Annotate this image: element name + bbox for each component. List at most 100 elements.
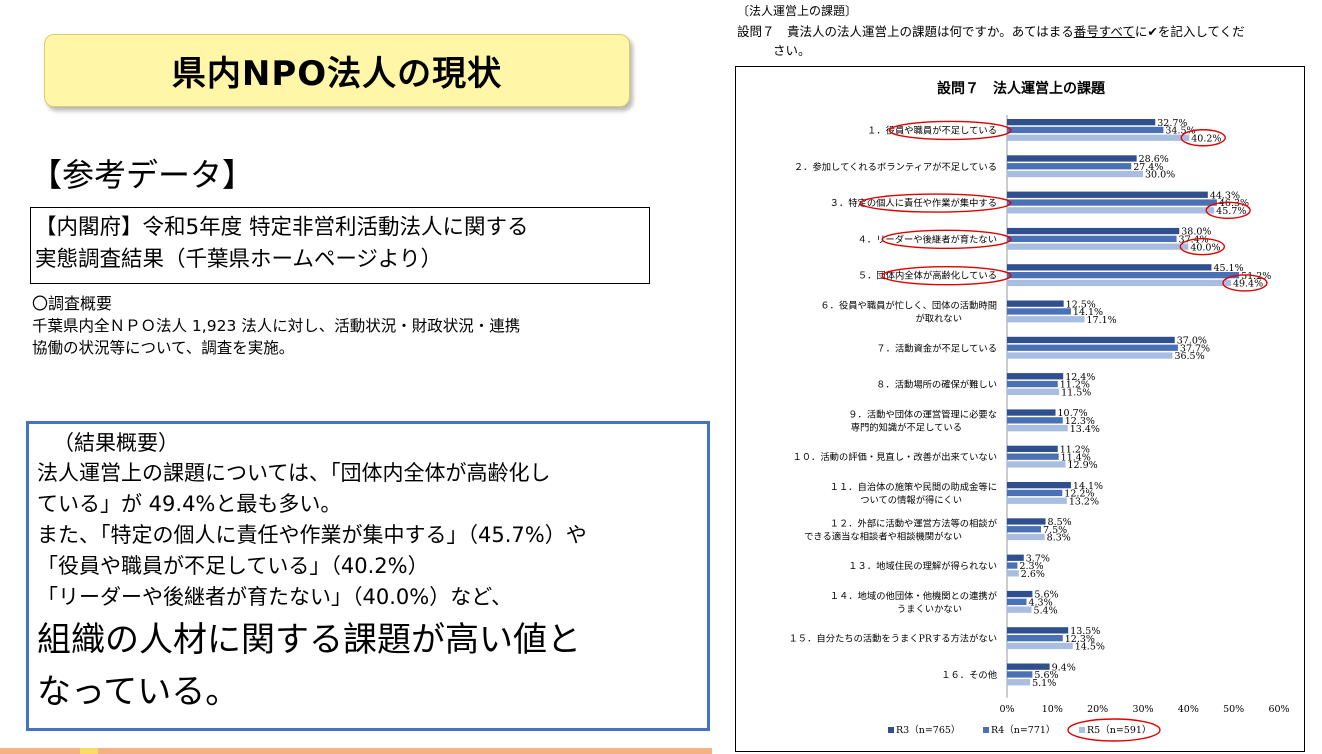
bar [1007, 445, 1058, 452]
bar [1007, 497, 1067, 504]
bar [1007, 191, 1208, 198]
bar [1007, 409, 1056, 416]
overview-title: 〇調査概要 [32, 294, 113, 313]
bar [1007, 570, 1019, 577]
bar [1007, 635, 1063, 642]
result-line: 法人運営上の課題については、「団体内全体が高齢化し [37, 461, 551, 485]
x-tick-label: 20% [1087, 704, 1108, 715]
legend-label: R4（n=771） [991, 724, 1055, 736]
bar [1007, 352, 1173, 359]
data-label: 17.1% [1087, 315, 1117, 326]
bar [1007, 316, 1085, 323]
bar [1007, 308, 1071, 315]
bar [1007, 388, 1060, 395]
data-label: 49.4% [1233, 279, 1263, 290]
legend-label: R5（n=591） [1087, 724, 1151, 736]
data-label: 14.5% [1075, 642, 1105, 653]
legend-swatch [888, 727, 894, 733]
chart-frame: 設問７ 法人運営上の課題 １．役員や職員が不足している 32.7% 34.5% 40.2… [735, 66, 1305, 752]
data-label: 13.4% [1070, 424, 1100, 435]
bar [1007, 679, 1031, 686]
bar [1007, 373, 1064, 380]
category-label-cont: が取れない [916, 312, 963, 324]
bar [1007, 489, 1063, 497]
bar [1007, 279, 1231, 287]
source-box: 【内閣府】令和5年度 特定非営利活動法人に関する 実態調査結果（千葉県ホームペー… [30, 207, 650, 284]
bar [1007, 482, 1071, 489]
bar [1007, 170, 1143, 178]
bottom-accent-line [0, 748, 712, 754]
data-label: 11.5% [1061, 388, 1091, 399]
x-tick-label: 0% [999, 704, 1014, 715]
overview-line-2: 協働の状況等について、調査を実施。 [32, 339, 295, 357]
bar [1007, 227, 1180, 235]
result-line: ている」が 49.4%と最も多い。 [37, 492, 342, 516]
bar [1007, 155, 1137, 162]
data-label: 45.7% [1216, 206, 1246, 217]
category-label: １１．自治体の施策や民間の助成金等に [830, 481, 997, 493]
legend-label: R3（n=765） [896, 724, 960, 736]
bar [1007, 627, 1069, 634]
bar [1007, 344, 1178, 351]
data-label: 12.9% [1067, 460, 1097, 471]
category-label: ２．参加してくれるボランティアが不足している [794, 161, 997, 173]
category-label-cont: ついての情報が得にくい [860, 494, 962, 506]
category-label: ５．団体内全体が高齢化している [858, 270, 997, 282]
category-label: ７．活動資金が不足している [876, 342, 997, 354]
bar [1007, 272, 1240, 279]
data-label: 5.1% [1032, 678, 1056, 689]
bar [1007, 417, 1063, 424]
bar [1007, 163, 1132, 170]
question-text-c: さい。 [773, 43, 811, 58]
question-text: 設問７ 貴法人の法人運営上の課題は何ですか。あてはまる番号すべてに✔を記入してく… [737, 22, 1315, 60]
bar [1007, 207, 1215, 214]
category-label: ３．特定の個人に責任や作業が集中する [830, 197, 997, 209]
category-label: ４．リーダーや後継者が育たない [858, 233, 997, 245]
bar [1007, 562, 1018, 569]
slide-title: 県内NPO法人の現状 [171, 54, 503, 94]
question-text-b: に✔を記入してくだ [1134, 24, 1245, 39]
category-label: ６．役員や職員が忙しく、団体の活動時間 [820, 299, 997, 311]
bar [1007, 533, 1045, 541]
source-line-2: 実態調査結果（千葉県ホームページより） [35, 247, 442, 272]
bar [1007, 606, 1032, 613]
bar [1007, 264, 1212, 271]
bar [1007, 590, 1033, 598]
overview-line-1: 千葉県内全ＮＰＯ法人 1,923 法人に対し、活動状況・財政状況・連携 [32, 317, 521, 335]
result-heading: （結果概要） [53, 431, 179, 455]
reference-heading: 【参考データ】 [30, 156, 255, 194]
question-section-label: 〔法人運営上の課題〕 [737, 4, 858, 18]
legend-swatch [1079, 727, 1085, 733]
bar [1007, 671, 1033, 678]
bar [1007, 453, 1059, 460]
category-label: １４．地域の他団体・他機関との連携が [830, 590, 998, 602]
legend-swatch [983, 727, 989, 733]
bar [1007, 554, 1024, 561]
category-label: ９．活動や団体の運営管理に必要な [848, 408, 997, 420]
bar [1007, 518, 1046, 525]
bar [1007, 526, 1041, 533]
category-label: １３．地域住民の理解が得られない [848, 560, 997, 572]
category-label-cont: うまくいかない [897, 604, 962, 615]
data-label: 36.5% [1174, 351, 1204, 362]
data-label: 8.3% [1047, 533, 1071, 544]
bar [1007, 243, 1189, 250]
x-tick-label: 40% [1178, 704, 1199, 715]
bar [1007, 380, 1058, 388]
data-label: 2.6% [1021, 569, 1045, 580]
x-tick-label: 60% [1268, 704, 1289, 715]
data-label: 5.4% [1033, 605, 1057, 616]
bar [1007, 300, 1064, 307]
result-line: 「リーダーや後継者が育たない」（40.0%）など、 [37, 585, 513, 609]
bar [1007, 119, 1156, 126]
bar [1007, 425, 1068, 432]
category-label: １５．自分たちの活動をうまくPRする方法がない [789, 633, 998, 645]
bar [1007, 199, 1217, 206]
chart-title: 設問７ 法人運営上の課題 [937, 80, 1106, 97]
bar [1007, 235, 1177, 242]
category-label: １０．活動の評価・見直し・改善が出来ていない [792, 451, 997, 463]
result-summary-box: （結果概要） 法人運営上の課題については、「団体内全体が高齢化し ている」が 4… [26, 421, 710, 731]
bottom-accent-mark [80, 748, 98, 754]
question-text-underlined: 番号すべて [1073, 24, 1135, 39]
category-label: １２．外部に活動や運営方法等の相談が [830, 517, 998, 529]
